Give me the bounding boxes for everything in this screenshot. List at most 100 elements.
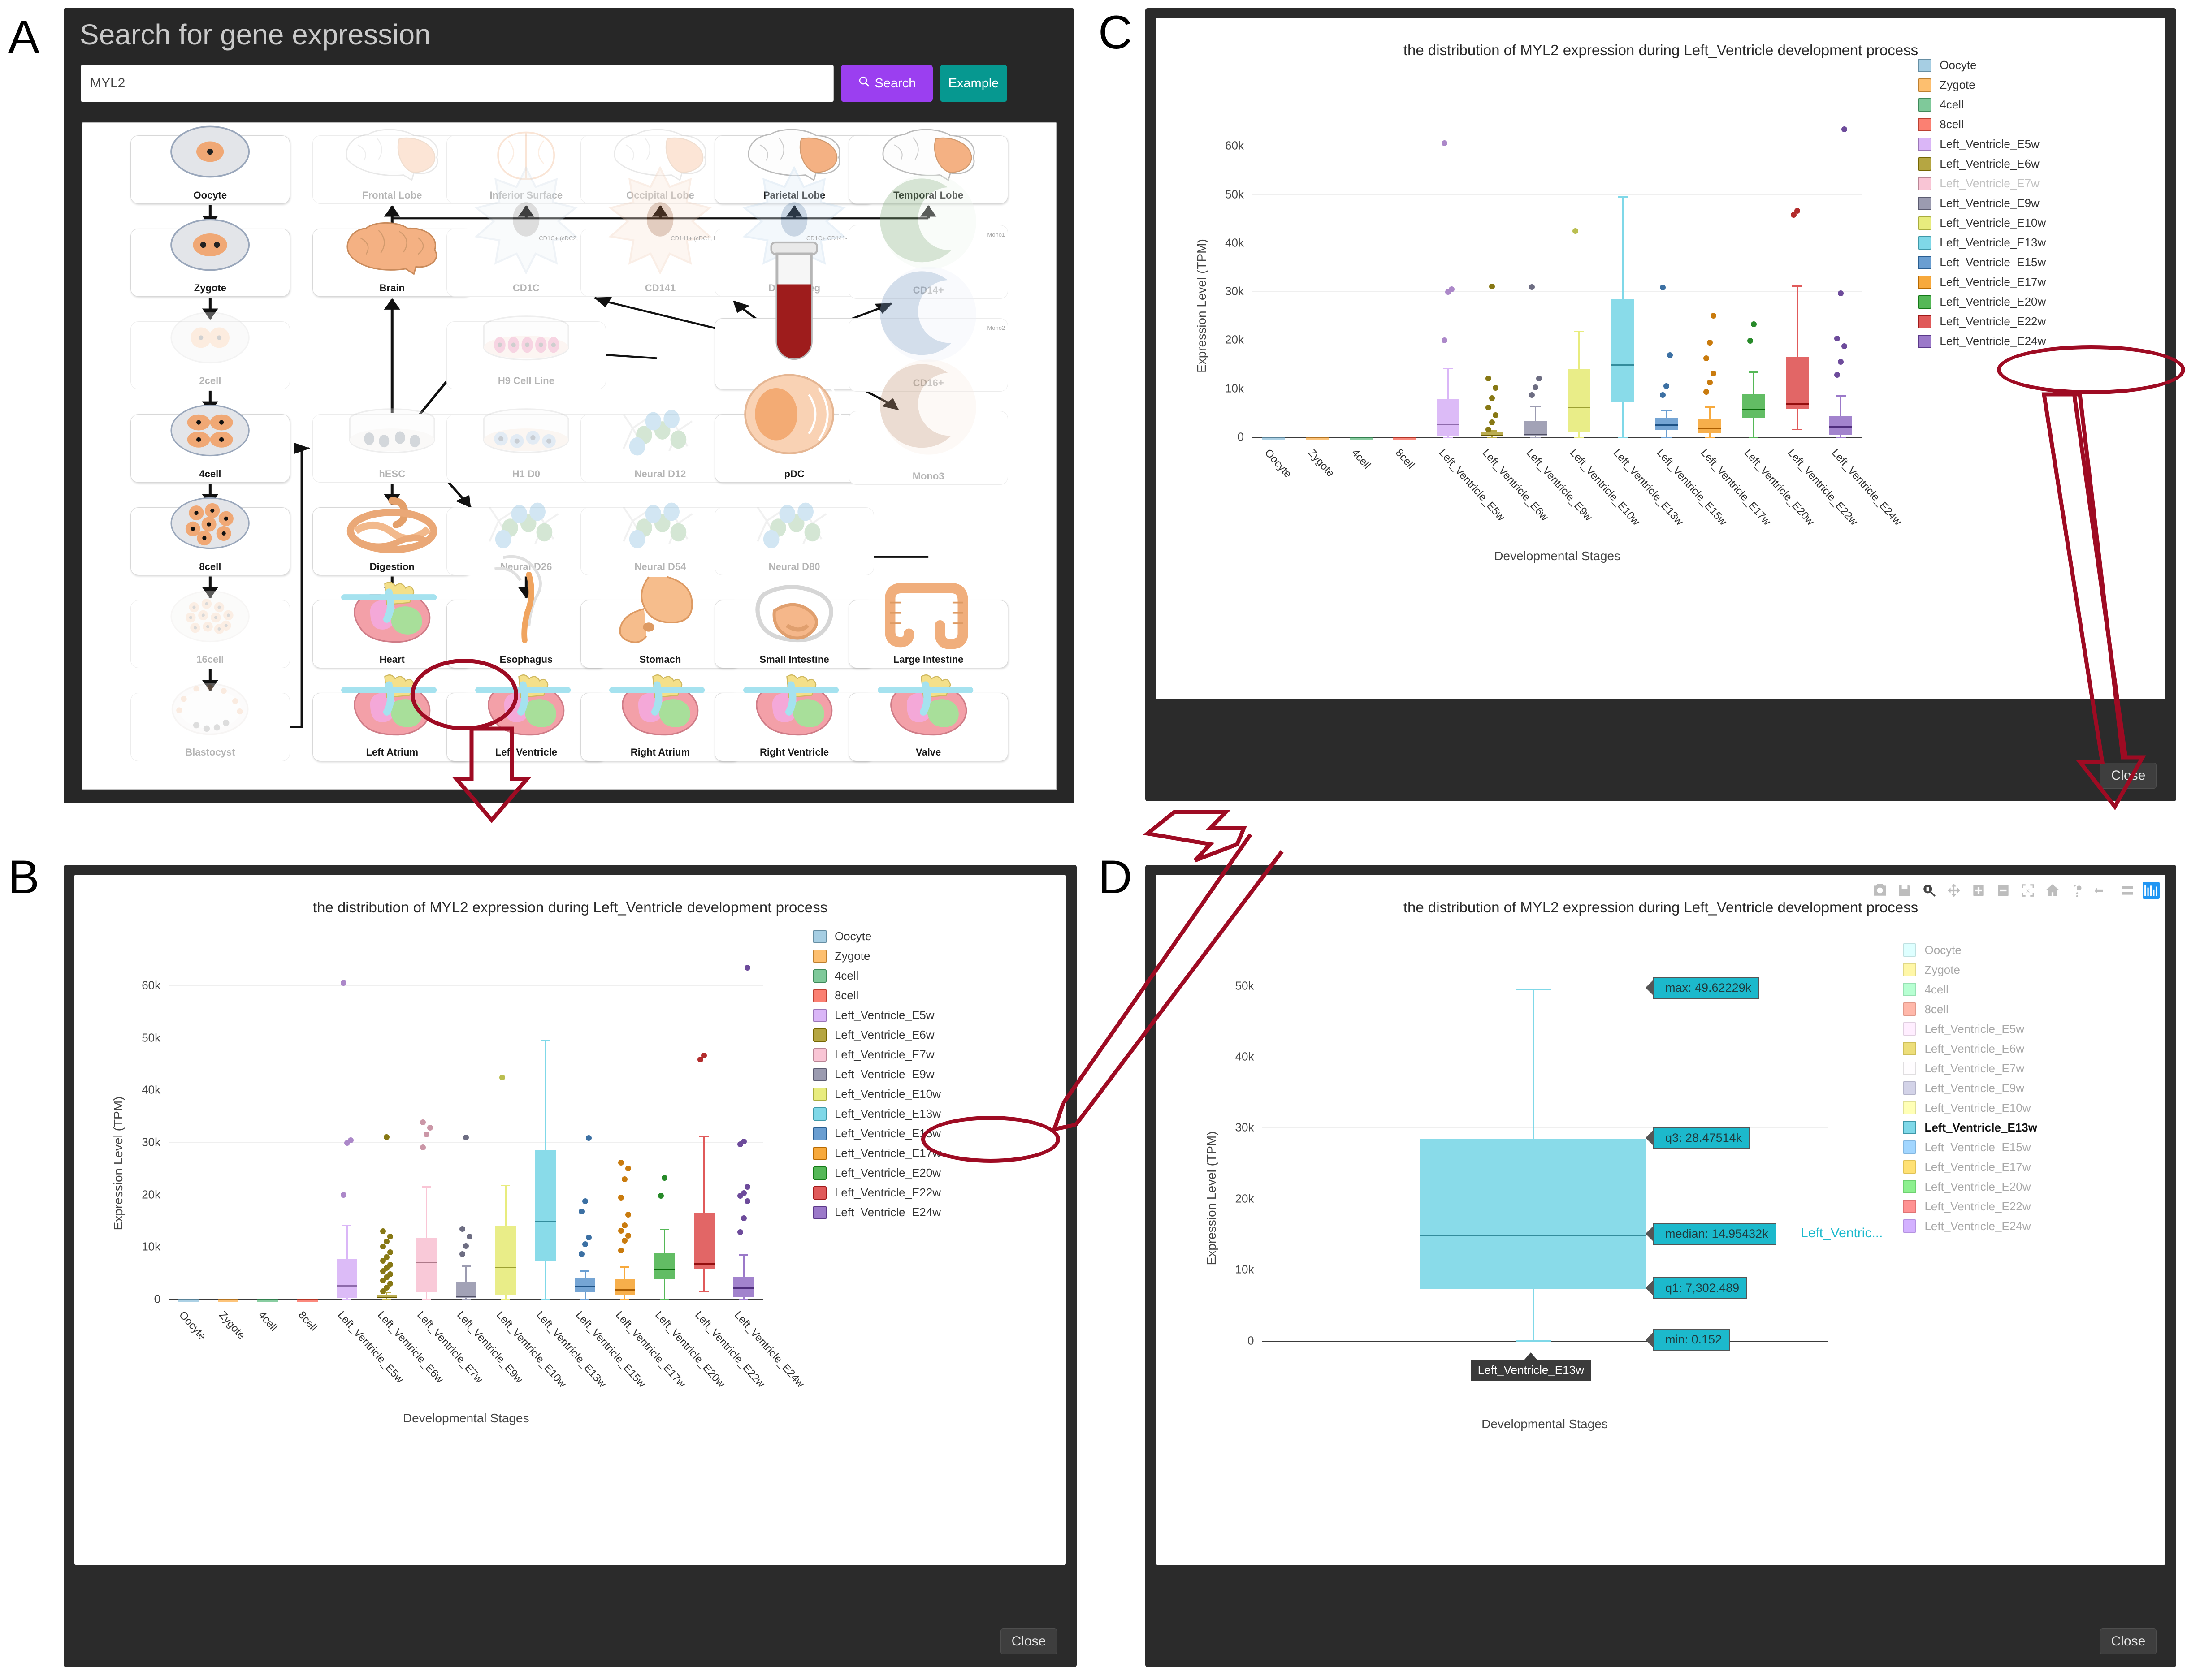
legend-item[interactable]: 8cell [1903,999,2037,1019]
legend-item[interactable]: Left_Ventricle_E17w [813,1144,941,1163]
legend-item[interactable]: Left_Ventricle_E10w [813,1084,941,1104]
legend-item[interactable]: Left_Ventricle_E9w [1918,194,2046,213]
legend-item[interactable]: Left_Ventricle_E6w [1918,154,2046,174]
disk-icon[interactable] [1896,882,1913,899]
home-icon[interactable] [2044,882,2061,899]
legend-item[interactable]: Oocyte [1918,56,2046,75]
legend-item[interactable]: Left_Ventricle_E10w [1903,1098,2037,1118]
box[interactable] [1420,1138,1646,1289]
legend-item[interactable]: Left_Ventricle_E5w [813,1006,941,1025]
legend-item[interactable]: Left_Ventricle_E9w [813,1065,941,1084]
box[interactable] [1742,394,1765,418]
box[interactable] [575,1278,596,1292]
diagram-node-largeint[interactable]: Large Intestine [849,583,1009,669]
diagram-node-label: Digestion [369,561,415,572]
outlier-point [384,1254,390,1261]
legend-item[interactable]: Oocyte [813,927,941,946]
legend-item[interactable]: Left_Ventricle_E22w [1918,312,2046,332]
box[interactable] [693,1213,715,1269]
legend-item[interactable]: Left_Ventricle_E5w [1918,134,2046,154]
legend-item[interactable]: Left_Ventricle_E20w [1903,1177,2037,1196]
box[interactable] [535,1150,556,1261]
diagram-node-valve[interactable]: Valve [849,674,1009,761]
legend-item[interactable]: Left_Ventricle_E13w [1903,1118,2037,1137]
legend-item[interactable]: Zygote [813,946,941,966]
legend-item[interactable]: Left_Ventricle_E15w [1903,1137,2037,1157]
legend-item[interactable]: Left_Ventricle_E6w [1903,1039,2037,1058]
lasso-icon[interactable] [2069,882,2086,899]
diagram-node-zygote[interactable]: Zygote [130,219,290,297]
legend-item[interactable]: Left_Ventricle_E24w [1918,332,2046,351]
zoom-in-icon[interactable] [1970,882,1987,899]
box[interactable] [1829,416,1853,435]
zoom-icon[interactable] [1921,882,1938,899]
box[interactable] [1611,298,1634,402]
box[interactable] [733,1276,754,1297]
legend-item[interactable]: Left_Ventricle_E24w [813,1203,941,1222]
whisker-cap-upper [1705,406,1715,408]
close-button-d[interactable]: Close [2100,1628,2157,1654]
legend-item[interactable]: Left_Ventricle_E20w [1918,292,2046,312]
diagram-node-oocyte[interactable]: Oocyte [130,125,290,204]
box[interactable] [495,1226,516,1295]
chart-legend[interactable]: Oocyte Zygote 4cell 8cell Left_Ventricle… [1918,56,2046,351]
legend-item[interactable]: Left_Ventricle_E20w [813,1163,941,1183]
legend-item[interactable]: Left_Ventricle_E10w [1918,213,2046,233]
box[interactable] [1655,417,1678,430]
zoom-out-icon[interactable] [1995,882,2012,899]
camera-icon[interactable] [1871,882,1888,899]
legend-item[interactable]: Left_Ventricle_E24w [1903,1216,2037,1236]
box[interactable] [614,1279,635,1295]
chart-legend[interactable]: Oocyte Zygote 4cell 8cell Left_Ventricle… [1903,940,2037,1236]
box[interactable] [1437,399,1460,436]
whisker-cap-upper [1443,368,1453,370]
diagram-node-blastocyst[interactable]: Blastocyst [130,683,290,761]
box[interactable] [337,1259,358,1298]
box[interactable] [416,1238,437,1292]
legend-item[interactable]: Left_Ventricle_E6w [813,1025,941,1045]
pan-icon[interactable] [1945,882,1962,899]
spike-lines-icon[interactable] [2093,882,2110,899]
legend-item[interactable]: Left_Ventricle_E7w [1918,174,2046,194]
legend-item[interactable]: Left_Ventricle_E17w [1903,1157,2037,1177]
legend-item[interactable]: Left_Ventricle_E5w [1903,1019,2037,1039]
median-line [1262,436,1285,438]
legend-item[interactable]: 4cell [1903,980,2037,999]
plotly-logo-icon[interactable] [2143,882,2160,899]
example-button[interactable]: Example [940,65,1007,102]
legend-item[interactable]: 4cell [813,966,941,986]
chart-legend[interactable]: Oocyte Zygote 4cell 8cell Left_Ventricle… [813,927,941,1222]
box[interactable] [1568,369,1591,433]
legend-item[interactable]: Left_Ventricle_E9w [1903,1078,2037,1098]
autoscale-icon[interactable]: X [2019,882,2036,899]
diagram-node-8cell[interactable]: 8cell [130,497,290,575]
close-button-c[interactable]: Close [2100,763,2157,789]
search-button[interactable]: Search [841,65,933,102]
box[interactable] [1786,357,1809,409]
legend-item[interactable]: 4cell [1918,95,2046,115]
plotly-modebar[interactable]: X [1871,882,2160,899]
legend-item[interactable]: Zygote [1903,960,2037,980]
legend-item[interactable]: Oocyte [1903,940,2037,960]
legend-item[interactable]: Left_Ventricle_E22w [1903,1196,2037,1216]
diagram-node-4cell[interactable]: 4cell [130,405,290,483]
close-button-b[interactable]: Close [1000,1628,1057,1654]
legend-item[interactable]: 8cell [1918,115,2046,134]
box[interactable] [654,1253,675,1279]
diagram-node-2cell[interactable]: 2cell [130,311,290,390]
legend-item[interactable]: Left_Ventricle_E15w [1918,253,2046,272]
diagram-node-16cell[interactable]: 16cell [130,590,290,669]
legend-item[interactable]: 8cell [813,986,941,1006]
legend-item[interactable]: Left_Ventricle_E7w [1903,1058,2037,1078]
legend-item[interactable]: Left_Ventricle_E13w [1918,233,2046,253]
box[interactable] [1698,418,1722,433]
legend-item[interactable]: Left_Ventricle_E7w [813,1045,941,1065]
legend-item[interactable]: Left_Ventricle_E13w [813,1104,941,1124]
diagram-node-mono3[interactable]: Mono3 [849,359,1009,485]
hover-compare-icon[interactable] [2118,882,2135,899]
legend-item[interactable]: Left_Ventricle_E22w [813,1183,941,1203]
legend-item[interactable]: Left_Ventricle_E17w [1918,272,2046,292]
legend-item[interactable]: Zygote [1918,75,2046,95]
search-input[interactable]: MYL2 [81,65,834,102]
diagram-node-h9[interactable]: H9 Cell Line [446,315,606,390]
